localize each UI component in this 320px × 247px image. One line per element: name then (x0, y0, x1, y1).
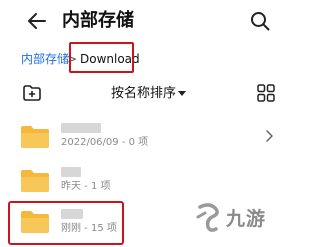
chevron-down-icon[interactable] (178, 91, 186, 96)
watermark-logo-icon (196, 203, 219, 232)
chevron-right-icon (266, 130, 273, 142)
folder-name-redacted (61, 167, 81, 177)
sort-dropdown-label[interactable]: 按名称排序 (111, 86, 176, 102)
watermark-text: 九游 (226, 208, 267, 230)
folder-highlight-box (8, 201, 124, 245)
folder-meta: 2022/06/09 - 0 项 (61, 137, 149, 148)
arrow-left-icon[interactable] (26, 10, 48, 32)
list-item[interactable]: 2022/06/09 - 0 项 (0, 118, 300, 158)
breadcrumb-root[interactable]: 内部存储 (21, 51, 69, 67)
search-icon[interactable] (249, 10, 271, 32)
folder-meta: 昨天 - 1 项 (61, 181, 111, 192)
list-item[interactable]: 昨天 - 1 项 (0, 164, 300, 204)
folder-icon (21, 170, 49, 192)
folder-name-redacted (61, 123, 101, 133)
grid-view-icon[interactable] (257, 84, 275, 102)
page-title: 内部存储 (62, 10, 134, 31)
breadcrumb-highlight-box (69, 42, 134, 73)
folder-icon (21, 126, 49, 148)
new-folder-icon[interactable] (22, 84, 42, 102)
